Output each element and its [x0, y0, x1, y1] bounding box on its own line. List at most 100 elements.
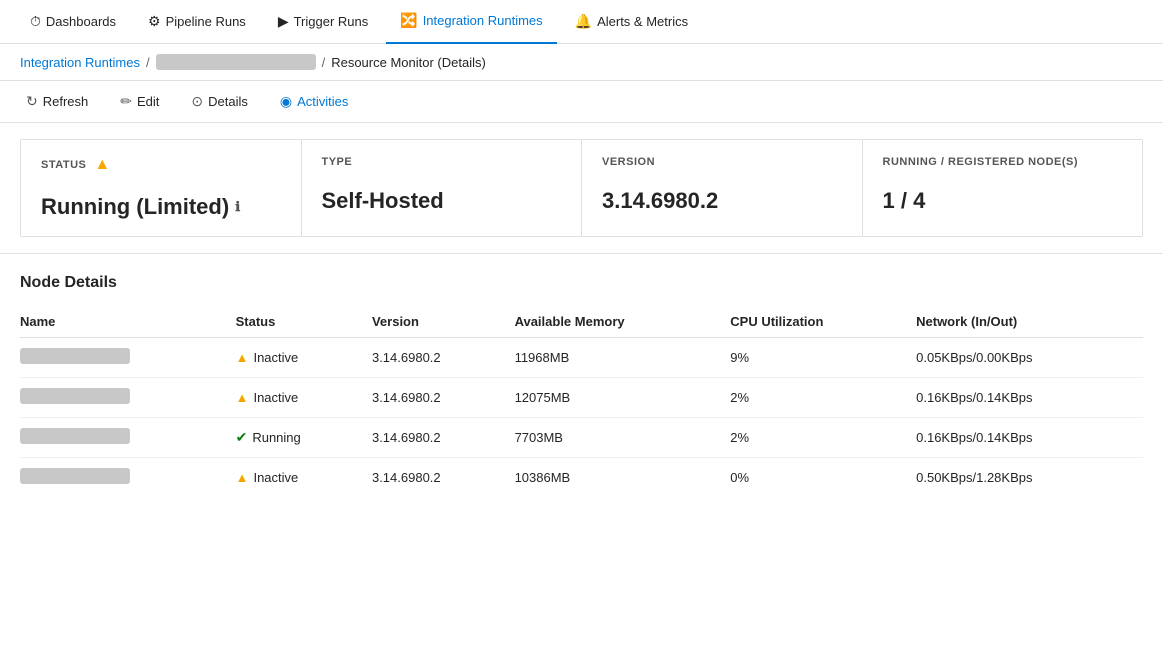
node-memory-cell: 7703MB	[515, 418, 731, 458]
node-network-cell: 0.50KBps/1.28KBps	[916, 458, 1143, 498]
table-row: ▲ Inactive 3.14.6980.2 10386MB 0% 0.50KB…	[20, 458, 1143, 498]
table-header: NameStatusVersionAvailable MemoryCPU Uti…	[20, 306, 1143, 338]
nav-item-integration-runtimes[interactable]: 🔀 Integration Runtimes	[386, 0, 556, 44]
node-memory-cell: 11968MB	[515, 338, 731, 378]
card-label-version: VERSION	[602, 156, 842, 168]
nav-label-integration-runtimes: Integration Runtimes	[423, 13, 543, 28]
nav-label-dashboards: Dashboards	[46, 14, 116, 29]
activities-icon: ◉	[280, 93, 292, 110]
breadcrumb-sep2: /	[322, 55, 326, 70]
nav-item-pipeline-runs[interactable]: ⚙ Pipeline Runs	[134, 0, 260, 44]
refresh-label: Refresh	[43, 94, 89, 109]
node-cpu-cell: 9%	[730, 338, 916, 378]
refresh-button[interactable]: ↻ Refresh	[20, 89, 94, 114]
card-value-type: Self-Hosted	[322, 188, 562, 214]
refresh-icon: ↻	[26, 93, 38, 110]
table-row: ▲ Inactive 3.14.6980.2 12075MB 2% 0.16KB…	[20, 378, 1143, 418]
details-button[interactable]: ⊙ Details	[185, 89, 253, 114]
node-details-section: Node Details NameStatusVersionAvailable …	[0, 254, 1163, 507]
details-icon: ⊙	[191, 93, 203, 110]
status-cards: STATUS ▲ Running (Limited) ℹ TYPE Self-H…	[0, 123, 1163, 254]
node-name-cell	[20, 458, 236, 498]
edit-button[interactable]: ✏ Edit	[114, 89, 165, 114]
node-version-cell: 3.14.6980.2	[372, 338, 515, 378]
node-status-cell: ▲ Inactive	[236, 458, 372, 498]
toolbar: ↻ Refresh ✏ Edit ⊙ Details ◉ Activities	[0, 81, 1163, 123]
nav-label-alerts-metrics: Alerts & Metrics	[597, 14, 688, 29]
node-network-cell: 0.16KBps/0.14KBps	[916, 378, 1143, 418]
col-header-name: Name	[20, 306, 236, 338]
breadcrumb: Integration Runtimes / / Resource Monito…	[0, 44, 1163, 81]
table-row: ▲ Inactive 3.14.6980.2 11968MB 9% 0.05KB…	[20, 338, 1143, 378]
breadcrumb-blurred	[156, 54, 316, 70]
node-name-blurred	[20, 388, 130, 404]
node-cpu-cell: 2%	[730, 378, 916, 418]
status-label: Inactive	[253, 470, 298, 485]
ok-icon: ✔	[236, 429, 248, 446]
node-cpu-cell: 0%	[730, 458, 916, 498]
node-cpu-cell: 2%	[730, 418, 916, 458]
section-title: Node Details	[20, 274, 1143, 292]
alerts-metrics-icon: 🔔	[575, 13, 592, 30]
status-card-version: VERSION 3.14.6980.2	[581, 139, 863, 237]
breadcrumb-current: Resource Monitor (Details)	[331, 55, 486, 70]
status-label: Inactive	[253, 390, 298, 405]
card-value-nodes: 1 / 4	[883, 188, 1123, 214]
node-memory-cell: 10386MB	[515, 458, 731, 498]
node-version-cell: 3.14.6980.2	[372, 418, 515, 458]
integration-runtimes-icon: 🔀	[400, 12, 417, 29]
col-header-version: Version	[372, 306, 515, 338]
info-icon[interactable]: ℹ	[235, 199, 240, 215]
node-status-cell: ✔ Running	[236, 418, 372, 458]
node-version-cell: 3.14.6980.2	[372, 378, 515, 418]
edit-label: Edit	[137, 94, 159, 109]
card-label-status: STATUS ▲	[41, 156, 281, 174]
node-name-blurred	[20, 428, 130, 444]
nav-label-pipeline-runs: Pipeline Runs	[166, 14, 246, 29]
activities-button[interactable]: ◉ Activities	[274, 89, 355, 114]
col-header-available-memory: Available Memory	[515, 306, 731, 338]
node-name-cell	[20, 378, 236, 418]
nav-label-trigger-runs: Trigger Runs	[294, 14, 369, 29]
activities-label: Activities	[297, 94, 348, 109]
table-row: ✔ Running 3.14.6980.2 7703MB 2% 0.16KBps…	[20, 418, 1143, 458]
warning-icon: ▲	[236, 390, 249, 405]
details-label: Details	[208, 94, 248, 109]
node-memory-cell: 12075MB	[515, 378, 731, 418]
status-label: Inactive	[253, 350, 298, 365]
col-header-status: Status	[236, 306, 372, 338]
status-card-status: STATUS ▲ Running (Limited) ℹ	[20, 139, 302, 237]
edit-icon: ✏	[120, 93, 132, 110]
warning-icon: ▲	[94, 156, 110, 174]
card-label-type: TYPE	[322, 156, 562, 168]
node-network-cell: 0.05KBps/0.00KBps	[916, 338, 1143, 378]
node-table: NameStatusVersionAvailable MemoryCPU Uti…	[20, 306, 1143, 497]
pipeline-runs-icon: ⚙	[148, 13, 161, 30]
card-label-nodes: RUNNING / REGISTERED NODE(S)	[883, 156, 1123, 168]
node-name-cell	[20, 418, 236, 458]
breadcrumb-root-link[interactable]: Integration Runtimes	[20, 55, 140, 70]
warning-icon: ▲	[236, 470, 249, 485]
trigger-runs-icon: ▶	[278, 13, 289, 30]
node-name-cell	[20, 338, 236, 378]
status-card-type: TYPE Self-Hosted	[301, 139, 583, 237]
node-name-blurred	[20, 468, 130, 484]
dashboards-icon: ⏱	[30, 13, 41, 30]
node-status-cell: ▲ Inactive	[236, 378, 372, 418]
card-value-version: 3.14.6980.2	[602, 188, 842, 214]
node-network-cell: 0.16KBps/0.14KBps	[916, 418, 1143, 458]
status-card-nodes: RUNNING / REGISTERED NODE(S) 1 / 4	[862, 139, 1144, 237]
nav-item-alerts-metrics[interactable]: 🔔 Alerts & Metrics	[561, 0, 702, 44]
node-version-cell: 3.14.6980.2	[372, 458, 515, 498]
node-status-cell: ▲ Inactive	[236, 338, 372, 378]
card-value-status: Running (Limited) ℹ	[41, 194, 281, 220]
status-label: Running	[252, 430, 300, 445]
top-nav: ⏱ Dashboards ⚙ Pipeline Runs ▶ Trigger Runs 🔀 I…	[0, 0, 1163, 44]
node-name-blurred	[20, 348, 130, 364]
col-header-cpu-utilization: CPU Utilization	[730, 306, 916, 338]
nav-item-trigger-runs[interactable]: ▶ Trigger Runs	[264, 0, 382, 44]
nav-item-dashboards[interactable]: ⏱ Dashboards	[16, 0, 130, 44]
breadcrumb-sep1: /	[146, 55, 150, 70]
col-header-network--in-out-: Network (In/Out)	[916, 306, 1143, 338]
warning-icon: ▲	[236, 350, 249, 365]
